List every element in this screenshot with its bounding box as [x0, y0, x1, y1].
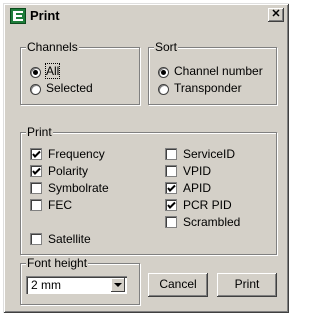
checkmark-icon [167, 201, 176, 209]
font-height-value: 2 mm [31, 278, 61, 292]
channels-group-label: Channels [26, 40, 79, 54]
sort-channel-number-radio[interactable] [158, 67, 169, 78]
sort-group-label: Sort [154, 40, 179, 54]
checkmark-icon [32, 150, 41, 158]
scrambled-checkbox[interactable] [165, 216, 177, 228]
frequency-label[interactable]: Frequency [48, 147, 105, 161]
print-options-group-label: Print [26, 125, 53, 139]
satellite-label[interactable]: Satellite [48, 232, 91, 246]
scrambled-label[interactable]: Scrambled [183, 215, 240, 229]
cancel-button[interactable]: Cancel [148, 273, 208, 297]
font-height-dropdown-button[interactable] [111, 278, 125, 292]
sort-channel-number-label[interactable]: Channel number [174, 64, 263, 78]
apid-label[interactable]: APID [183, 181, 211, 195]
checkmark-icon [167, 184, 176, 192]
channels-selected-label[interactable]: Selected [46, 81, 93, 95]
serviceid-label[interactable]: ServiceID [183, 147, 235, 161]
close-button[interactable]: ✕ [268, 8, 284, 22]
pcr-pid-label[interactable]: PCR PID [183, 198, 232, 212]
window-title: Print [30, 8, 60, 23]
title-bar: Print ✕ [6, 6, 286, 26]
chevron-down-icon [114, 283, 122, 287]
font-height-group-label: Font height [26, 256, 89, 270]
channels-all-radio[interactable] [30, 67, 41, 78]
fec-label[interactable]: FEC [48, 198, 72, 212]
font-height-select[interactable]: 2 mm [26, 276, 127, 294]
polarity-checkbox[interactable] [30, 165, 42, 177]
print-button[interactable]: Print [217, 273, 277, 297]
symbolrate-checkbox[interactable] [30, 182, 42, 194]
pcr-pid-checkbox[interactable] [165, 199, 177, 211]
frequency-checkbox[interactable] [30, 148, 42, 160]
serviceid-checkbox[interactable] [165, 148, 177, 160]
print-options-group: Print Frequency Polarity Symbolrate FEC … [20, 125, 277, 255]
vpid-checkbox[interactable] [165, 165, 177, 177]
channels-all-label[interactable]: All [44, 63, 61, 79]
channels-selected-radio[interactable] [30, 84, 41, 95]
apid-checkbox[interactable] [165, 182, 177, 194]
sort-transponder-label[interactable]: Transponder [174, 81, 242, 95]
satellite-checkbox[interactable] [30, 233, 42, 245]
symbolrate-label[interactable]: Symbolrate [48, 181, 109, 195]
checkmark-icon [32, 167, 41, 175]
sort-transponder-radio[interactable] [158, 84, 169, 95]
channels-group: Channels All Selected [20, 40, 140, 105]
font-height-group: Font height 2 mm [20, 256, 140, 305]
sort-group: Sort Channel number Transponder [148, 40, 277, 105]
fec-checkbox[interactable] [30, 199, 42, 211]
close-icon: ✕ [271, 8, 281, 20]
print-dialog: Print ✕ Channels All Selected Sort Chann… [3, 3, 289, 313]
vpid-label[interactable]: VPID [183, 164, 211, 178]
app-icon [10, 8, 26, 24]
polarity-label[interactable]: Polarity [48, 164, 88, 178]
